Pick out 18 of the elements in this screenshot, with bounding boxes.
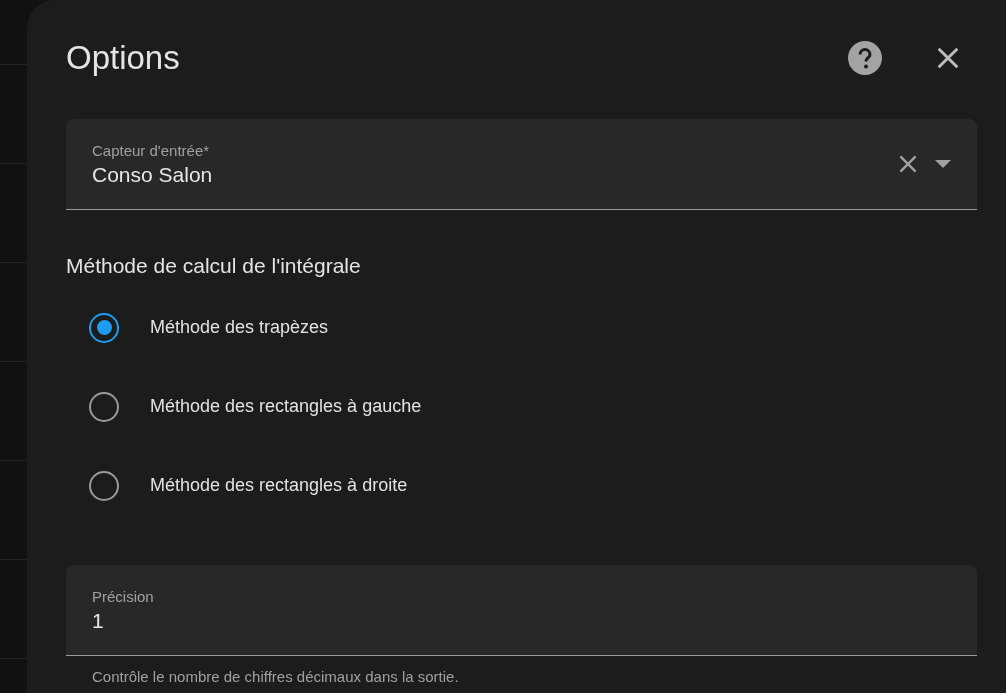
dialog-title: Options [66, 38, 181, 77]
dropdown-caret-icon[interactable] [935, 160, 951, 168]
radio-button[interactable] [89, 470, 119, 501]
sensor-select[interactable]: Capteur d'entrée* Conso Salon [66, 119, 977, 210]
field-value: 1 [92, 608, 105, 633]
option-label: Méthode des rectangles à droite [150, 475, 408, 496]
field-label: Précision [92, 587, 155, 605]
field-label: Capteur d'entrée* [92, 141, 211, 159]
section-heading: Méthode de calcul de l'intégrale [66, 254, 362, 278]
help-icon [848, 40, 882, 75]
option-label: Méthode des rectangles à gauche [150, 396, 422, 417]
help-button[interactable] [848, 40, 882, 75]
field-value: Conso Salon [92, 162, 214, 187]
option-label: Méthode des trapèzes [150, 317, 329, 338]
precision-field[interactable]: Précision 1 [66, 565, 977, 656]
radio-button[interactable] [89, 312, 119, 343]
helper-text: Contrôle le nombre de chiffres décimaux dans la sortie. [91, 667, 460, 685]
radio-button[interactable] [89, 391, 119, 422]
